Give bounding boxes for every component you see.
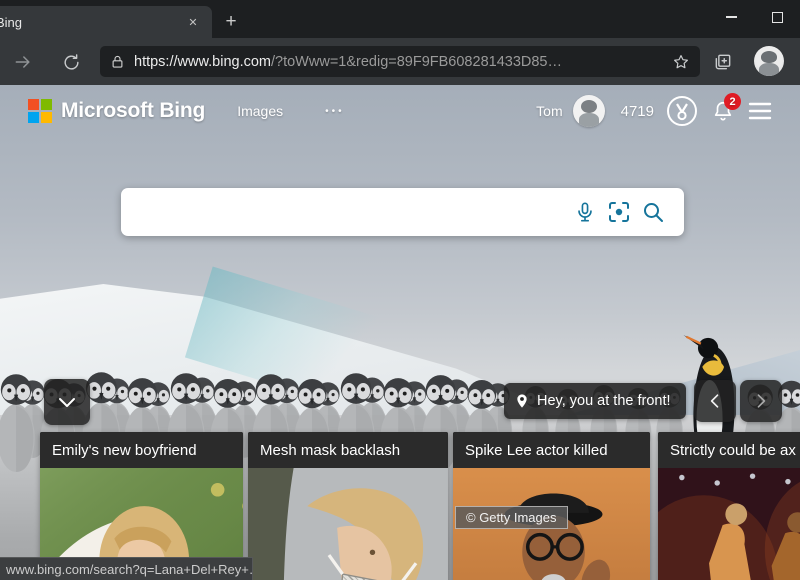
news-card[interactable]: Strictly could be ax (658, 432, 800, 580)
news-card[interactable]: Spike Lee actor killed (453, 432, 650, 580)
bing-logo-text[interactable]: Microsoft Bing (61, 99, 205, 123)
forward-button[interactable] (8, 47, 38, 77)
collections-button[interactable] (708, 47, 738, 77)
account-avatar[interactable] (573, 95, 605, 127)
avatar-silhouette-body (759, 63, 779, 76)
rewards-medal-icon (666, 95, 698, 127)
maximize-icon (772, 12, 783, 23)
new-tab-button[interactable]: + (218, 10, 244, 34)
scroll-down-button[interactable] (44, 379, 90, 425)
news-card[interactable]: Mesh mask backlash (248, 432, 448, 580)
news-card-image (658, 468, 800, 580)
hero-caption-text: Hey, you at the front! (537, 393, 671, 409)
chevron-down-icon (55, 390, 79, 414)
avatar-silhouette (581, 100, 597, 113)
news-card-title: Strictly could be ax (658, 432, 800, 468)
search-box[interactable] (121, 188, 684, 236)
microphone-icon (574, 201, 596, 223)
ms-logo-green-square (41, 99, 52, 110)
nav-images-link[interactable]: Images (237, 103, 283, 119)
tab-close-icon[interactable]: ✕ (184, 13, 202, 31)
search-submit-button[interactable] (636, 195, 670, 229)
carousel-next-button[interactable] (740, 380, 782, 422)
hamburger-menu-button[interactable] (748, 101, 772, 121)
image-credit-badge: © Getty Images (455, 506, 568, 529)
ms-logo-red-square (28, 99, 39, 110)
visual-search-button[interactable] (602, 195, 636, 229)
tab-title: Bing (0, 15, 22, 30)
maximize-button[interactable] (754, 0, 800, 34)
browser-tab[interactable]: Bing ✕ (0, 6, 212, 38)
search-icon (641, 200, 665, 224)
rewards-button[interactable] (666, 95, 698, 127)
forward-icon (13, 52, 33, 72)
lock-icon (110, 54, 125, 70)
notifications-button[interactable]: 2 (712, 100, 734, 122)
notification-badge: 2 (724, 93, 741, 110)
news-card-title: Spike Lee actor killed (453, 432, 650, 468)
hamburger-icon (748, 101, 772, 121)
address-bar[interactable]: https://www.bing.com/?toWww=1&redig=89F9… (100, 46, 700, 77)
avatar-silhouette-body (579, 113, 599, 127)
voice-search-button[interactable] (568, 195, 602, 229)
browser-window: Bing ✕ + https://www.bing.com/?to (0, 0, 800, 580)
news-card-title: Emily's new boyfriend (40, 432, 243, 468)
reload-icon (62, 53, 81, 72)
minimize-button[interactable] (708, 0, 754, 34)
account-username[interactable]: Tom (536, 103, 562, 119)
bing-header: Microsoft Bing Images ••• Tom 4719 (0, 93, 800, 129)
microsoft-logo-icon[interactable] (28, 99, 52, 123)
bing-homepage: Microsoft Bing Images ••• Tom 4719 (0, 85, 800, 580)
news-card-title: Mesh mask backlash (248, 432, 448, 468)
news-card-image (248, 468, 448, 580)
browser-toolbar: https://www.bing.com/?toWww=1&redig=89F9… (0, 38, 800, 85)
carousel-previous-button[interactable] (694, 380, 736, 422)
avatar-silhouette (761, 51, 777, 63)
reload-button[interactable] (56, 47, 86, 77)
browser-profile-avatar[interactable] (754, 46, 784, 76)
ms-logo-yellow-square (41, 112, 52, 123)
rewards-points[interactable]: 4719 (621, 103, 654, 120)
chevron-right-icon (751, 391, 771, 411)
url-text: https://www.bing.com/?toWww=1&redig=89F9… (134, 54, 672, 70)
window-controls (708, 0, 800, 34)
search-input[interactable] (135, 188, 568, 236)
visual-search-icon (607, 200, 631, 224)
nav-more-button[interactable]: ••• (325, 106, 345, 117)
favorite-star-icon[interactable] (672, 53, 690, 71)
hero-caption-pill[interactable]: Hey, you at the front! (504, 383, 686, 419)
minimize-icon (726, 16, 737, 18)
ms-logo-blue-square (28, 112, 39, 123)
chevron-left-icon (705, 391, 725, 411)
location-pin-icon (514, 392, 530, 410)
collections-icon (713, 52, 733, 72)
title-bar: Bing ✕ + (0, 0, 800, 38)
status-bar-link-preview: www.bing.com/search?q=Lana+Del+Rey+… (0, 557, 253, 580)
